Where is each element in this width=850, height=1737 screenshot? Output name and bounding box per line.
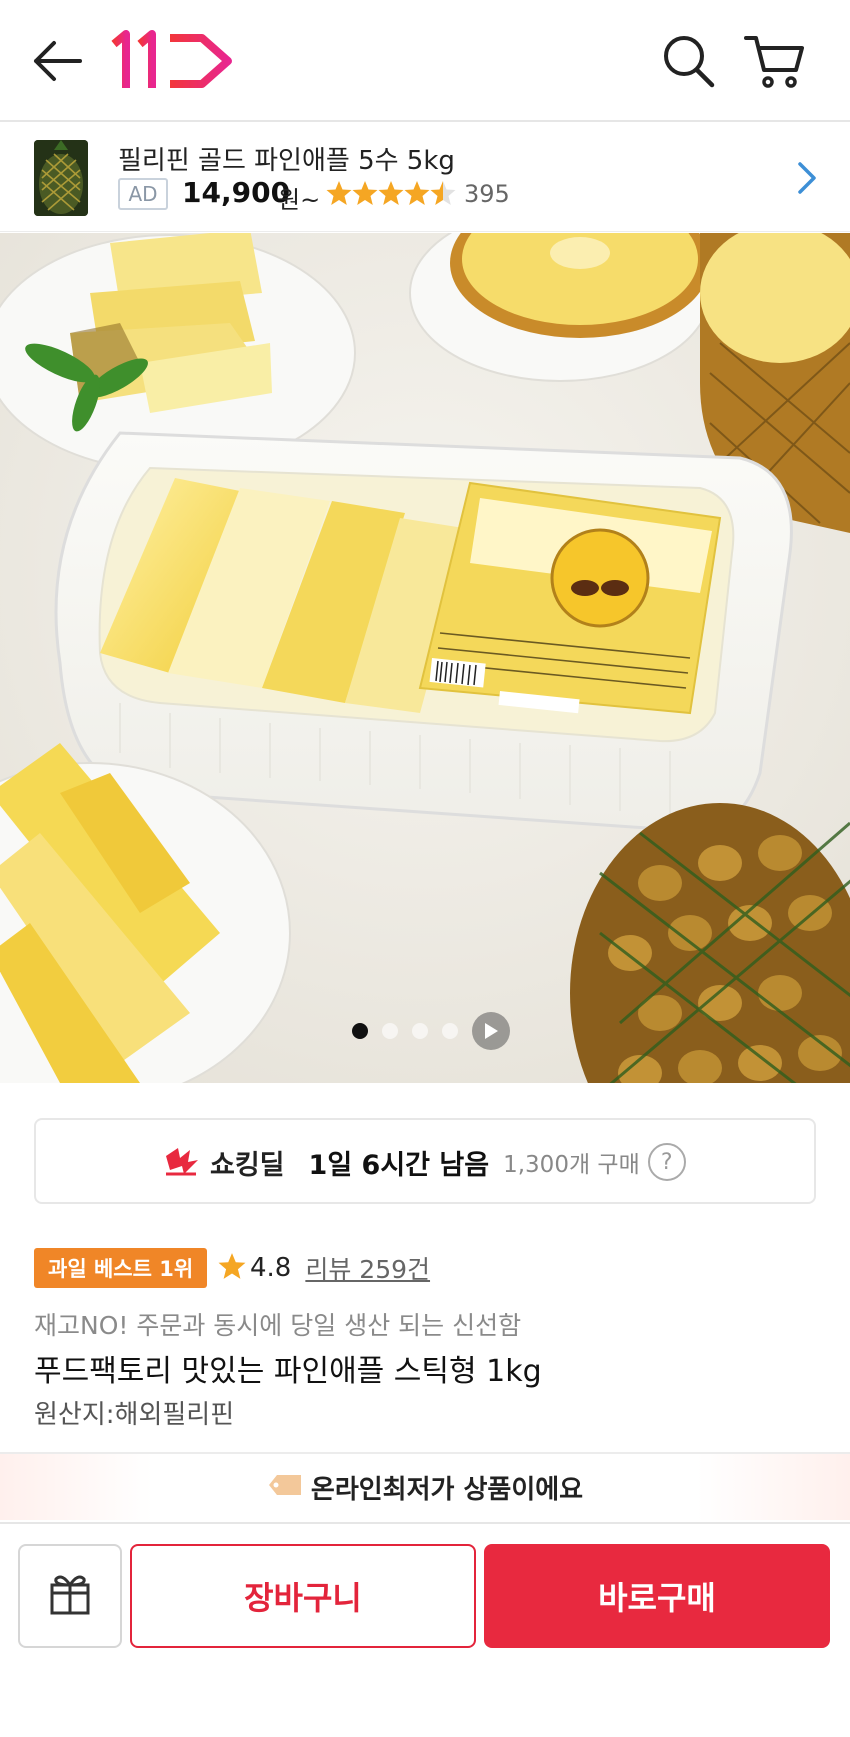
best-rank-badge: 과일 베스트 1위	[34, 1248, 208, 1288]
carousel-indicator	[352, 1012, 510, 1050]
product-rating-row: 4.8 리뷰 259건	[218, 1248, 430, 1288]
price-tag-icon	[267, 1473, 303, 1501]
help-icon[interactable]: ?	[647, 1143, 686, 1181]
deal-purchase-count: 1,300개 구매	[503, 1152, 640, 1178]
product-title: 푸드팩토리 맛있는 파인애플 스틱형 1kg	[34, 1354, 542, 1389]
top-header	[0, 0, 850, 122]
buy-now-button[interactable]: 바로구매	[484, 1544, 830, 1648]
gift-icon	[48, 1571, 92, 1621]
deal-row: 쇼킹딜 1일 6시간 남음 1,300개 구매 ?	[164, 1140, 686, 1184]
ad-thumbnail-image	[34, 140, 88, 216]
lowest-price-banner[interactable]: 온라인최저가 상품이에요	[0, 1454, 850, 1520]
shocking-deal-box: 쇼킹딜 1일 6시간 남음 1,300개 구매 ?	[34, 1118, 816, 1204]
carousel-dot-4[interactable]	[442, 1023, 458, 1039]
back-arrow-icon[interactable]	[30, 38, 84, 84]
carousel-dot-2[interactable]	[382, 1023, 398, 1039]
ad-star-rating	[326, 180, 456, 208]
carousel-dot-3[interactable]	[412, 1023, 428, 1039]
rating-value: 4.8	[250, 1253, 292, 1283]
lowest-price-row: 온라인최저가 상품이에요	[267, 1469, 583, 1506]
carousel-dot-1[interactable]	[352, 1023, 368, 1039]
product-image[interactable]	[0, 233, 850, 1083]
add-to-cart-button[interactable]: 장바구니	[130, 1544, 476, 1648]
ad-banner[interactable]: 필리핀 골드 파인애플 5수 5kg AD 14,900 원~ 395	[0, 124, 850, 232]
ad-title: 필리핀 골드 파인애플 5수 5kg	[118, 146, 455, 176]
ad-review-count: 395	[464, 180, 510, 208]
logo-11st[interactable]	[110, 30, 236, 92]
cart-icon[interactable]	[744, 32, 806, 90]
deal-time-left: 1일 6시간 남음	[308, 1149, 490, 1181]
play-icon[interactable]	[472, 1012, 510, 1050]
lowest-price-text: 온라인최저가 상품이에요	[310, 1474, 584, 1505]
review-count-link[interactable]: 리뷰 259건	[305, 1250, 430, 1286]
ad-price: 14,900	[182, 176, 291, 209]
product-origin: 원산지:해외필리핀	[34, 1400, 235, 1430]
ad-tag: AD	[118, 178, 168, 210]
deal-label: 쇼킹딜	[210, 1149, 285, 1181]
gift-button[interactable]	[18, 1544, 122, 1648]
star-icon	[218, 1252, 246, 1284]
shocking-deal-icon	[164, 1144, 200, 1180]
product-subtitle: 재고NO! 주문과 동시에 당일 생산 되는 신선함	[34, 1311, 522, 1340]
search-icon[interactable]	[660, 32, 716, 90]
bottom-action-bar: 장바구니 바로구매	[0, 1522, 850, 1737]
chevron-right-icon[interactable]	[792, 160, 820, 196]
ad-price-unit: 원~	[278, 186, 321, 214]
